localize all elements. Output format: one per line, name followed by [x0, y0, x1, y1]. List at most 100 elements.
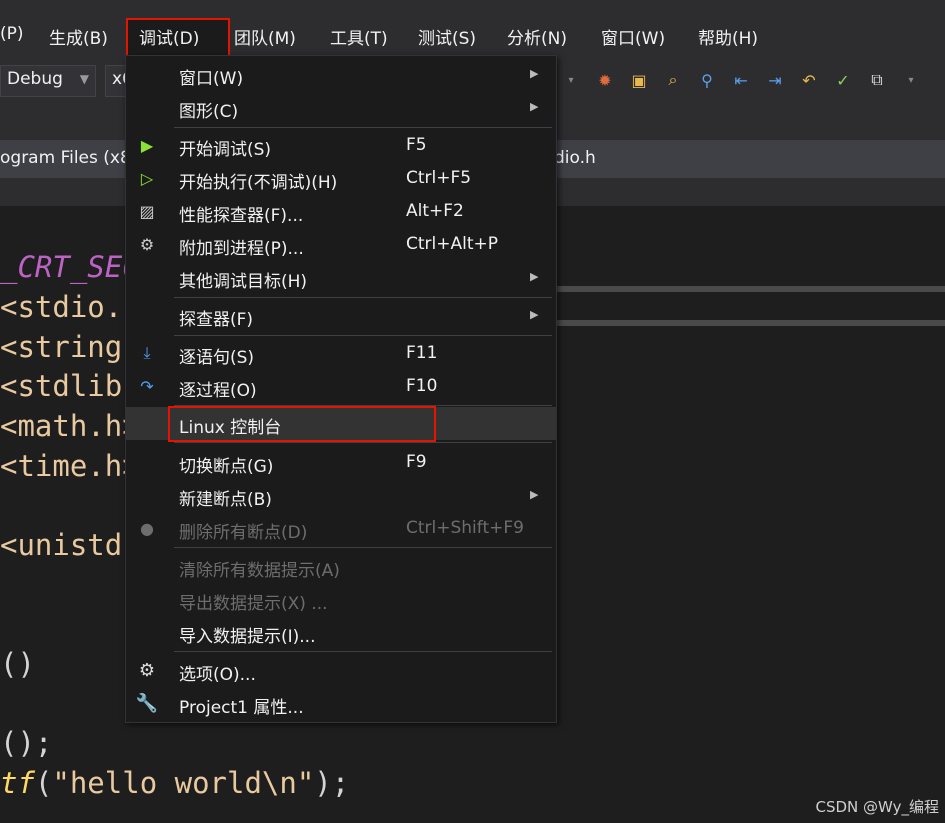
menu-item-label: 逐语句(S): [179, 348, 255, 368]
submenu-arrow-icon: ▶: [530, 67, 539, 80]
menu-item-shortcut: Ctrl+Shift+F9: [406, 518, 524, 538]
menu-item-label: 导出数据提示(X) ...: [179, 594, 328, 614]
menu-separator: [174, 127, 552, 128]
navigate-forward-icon[interactable]: ⇥: [762, 67, 788, 93]
menu-item-shortcut: Ctrl+F5: [406, 168, 472, 188]
menu-item-start-without-debugging[interactable]: ▷ 开始执行(不调试)(H) Ctrl+F5: [126, 162, 556, 195]
folder-icon[interactable]: ▣: [626, 67, 652, 93]
code-line: (): [0, 647, 35, 681]
menu-item-start-debugging[interactable]: ▶ 开始调试(S) F5: [126, 129, 556, 162]
spellcheck-icon[interactable]: ✓: [830, 67, 856, 93]
menu-item-performance-profiler[interactable]: ▨ 性能探查器(F)... Alt+F2: [126, 195, 556, 228]
menu-project[interactable]: (P): [0, 24, 24, 44]
tab-path-left[interactable]: ogram Files (x8: [0, 148, 131, 168]
step-over-icon: ↷: [140, 376, 154, 396]
submenu-arrow-icon: ▶: [530, 100, 539, 113]
menu-build[interactable]: 生成(B): [49, 24, 108, 49]
code-line: <math.h>: [0, 409, 140, 443]
window-icon[interactable]: ⧉: [864, 67, 890, 93]
undo-icon[interactable]: ↶: [796, 67, 822, 93]
menu-item-label: 性能探查器(F)...: [179, 206, 304, 226]
menu-item-clear-datatips[interactable]: 清除所有数据提示(A): [126, 550, 556, 583]
menu-item-export-datatips[interactable]: 导出数据提示(X) ...: [126, 583, 556, 616]
menu-test[interactable]: 测试(S): [418, 24, 476, 49]
menu-item-options[interactable]: ⚙ 选项(O)...: [126, 654, 556, 687]
play-outline-icon: ▷: [140, 168, 154, 188]
code-line: _CRT_SEC: [0, 250, 140, 284]
gears-icon: ⚙: [139, 234, 155, 254]
menu-item-step-into[interactable]: ⤓ 逐语句(S) F11: [126, 337, 556, 370]
code-line: <unistd.: [0, 528, 140, 562]
menu-item-label: 切换断点(G): [179, 457, 274, 477]
delete-breakpoints-icon: ●: [140, 518, 154, 538]
menu-item-graphics[interactable]: 图形(C) ▶: [126, 91, 556, 124]
search-icon[interactable]: ⚲: [694, 67, 720, 93]
menu-item-label: Project1 属性...: [179, 698, 304, 718]
menu-team[interactable]: 团队(M): [234, 24, 296, 49]
menu-item-shortcut: F9: [406, 452, 427, 472]
menu-item-label: 图形(C): [179, 102, 239, 122]
overflow-icon[interactable]: ▾: [558, 67, 584, 93]
submenu-arrow-icon: ▶: [530, 270, 539, 283]
menu-separator: [174, 297, 552, 298]
menu-separator: [174, 651, 552, 652]
performance-chart-icon: ▨: [139, 201, 155, 221]
watermark: CSDN @Wy_编程: [815, 798, 939, 816]
code-line: <string.: [0, 330, 140, 364]
submenu-arrow-icon: ▶: [530, 488, 539, 501]
play-icon: ▶: [140, 135, 154, 155]
bug-icon[interactable]: ✹: [592, 67, 618, 93]
code-line: ();: [0, 726, 53, 760]
menu-item-shortcut: F5: [406, 135, 427, 155]
menu-item-toggle-breakpoint[interactable]: 切换断点(G) F9: [126, 446, 556, 479]
menu-separator: [174, 335, 552, 336]
menu-item-label: 逐过程(O): [179, 381, 257, 401]
navigate-back-icon[interactable]: ⇤: [728, 67, 754, 93]
linux-console-highlight: [168, 406, 436, 442]
menu-item-label: 附加到进程(P)...: [179, 239, 304, 259]
code-paren: (: [34, 766, 53, 800]
tab-path-right[interactable]: dio.h: [554, 148, 596, 168]
editor-divider: [556, 320, 945, 326]
menu-item-shortcut: F10: [406, 376, 438, 396]
menu-item-project-properties[interactable]: 🔧 Project1 属性...: [126, 687, 556, 720]
code-line: <time.h>: [0, 449, 140, 483]
overflow-icon[interactable]: ▾: [898, 67, 924, 93]
menu-help[interactable]: 帮助(H): [698, 24, 758, 49]
menu-item-label: 开始执行(不调试)(H): [179, 173, 338, 193]
menu-item-label: 选项(O)...: [179, 665, 256, 685]
menu-item-label: 导入数据提示(I)...: [179, 627, 316, 647]
menu-tools[interactable]: 工具(T): [330, 24, 388, 49]
gear-icon: ⚙: [138, 659, 156, 681]
menu-item-attach-to-process[interactable]: ⚙ 附加到进程(P)... Ctrl+Alt+P: [126, 228, 556, 261]
menu-item-other-debug-targets[interactable]: 其他调试目标(H) ▶: [126, 261, 556, 294]
menu-separator: [174, 442, 552, 443]
editor-divider: [556, 286, 945, 292]
config-value: Debug: [7, 69, 63, 89]
config-select[interactable]: Debug ▼: [0, 65, 96, 97]
menu-item-delete-all-breakpoints[interactable]: ● 删除所有断点(D) Ctrl+Shift+F9: [126, 512, 556, 545]
menu-item-explorer[interactable]: 探查器(F) ▶: [126, 299, 556, 332]
code-line: <stdio.h: [0, 290, 140, 324]
code-line-printf: tf("hello world\n");: [0, 766, 349, 800]
code-function: tf: [0, 766, 35, 800]
menu-item-label: 删除所有断点(D): [179, 523, 308, 543]
code-string: "hello world\n": [52, 766, 315, 800]
code-line: <stdlib.: [0, 369, 140, 403]
menu-item-label: 开始调试(S): [179, 140, 272, 160]
menu-analyze[interactable]: 分析(N): [507, 24, 567, 49]
menu-item-new-breakpoint[interactable]: 新建断点(B) ▶: [126, 479, 556, 512]
menu-item-import-datatips[interactable]: 导入数据提示(I)...: [126, 616, 556, 649]
toolbar-icons: ▾ ✹ ▣ ⌕ ⚲ ⇤ ⇥ ↶ ✓ ⧉ ▾: [558, 64, 924, 96]
menu-item-label: 清除所有数据提示(A): [179, 561, 340, 581]
wrench-icon: 🔧: [135, 692, 159, 714]
menu-item-label: 其他调试目标(H): [179, 272, 308, 292]
menu-debug[interactable]: 调试(D): [139, 24, 199, 49]
debug-dropdown-menu: 窗口(W) ▶ 图形(C) ▶ ▶ 开始调试(S) F5 ▷ 开始执行(不调试)…: [125, 55, 557, 723]
menu-item-shortcut: Ctrl+Alt+P: [406, 234, 499, 254]
menu-item-step-over[interactable]: ↷ 逐过程(O) F10: [126, 370, 556, 403]
menu-window[interactable]: 窗口(W): [601, 24, 665, 49]
find-in-files-icon[interactable]: ⌕: [660, 67, 686, 93]
title-area: [0, 0, 945, 17]
menu-item-window[interactable]: 窗口(W) ▶: [126, 58, 556, 91]
